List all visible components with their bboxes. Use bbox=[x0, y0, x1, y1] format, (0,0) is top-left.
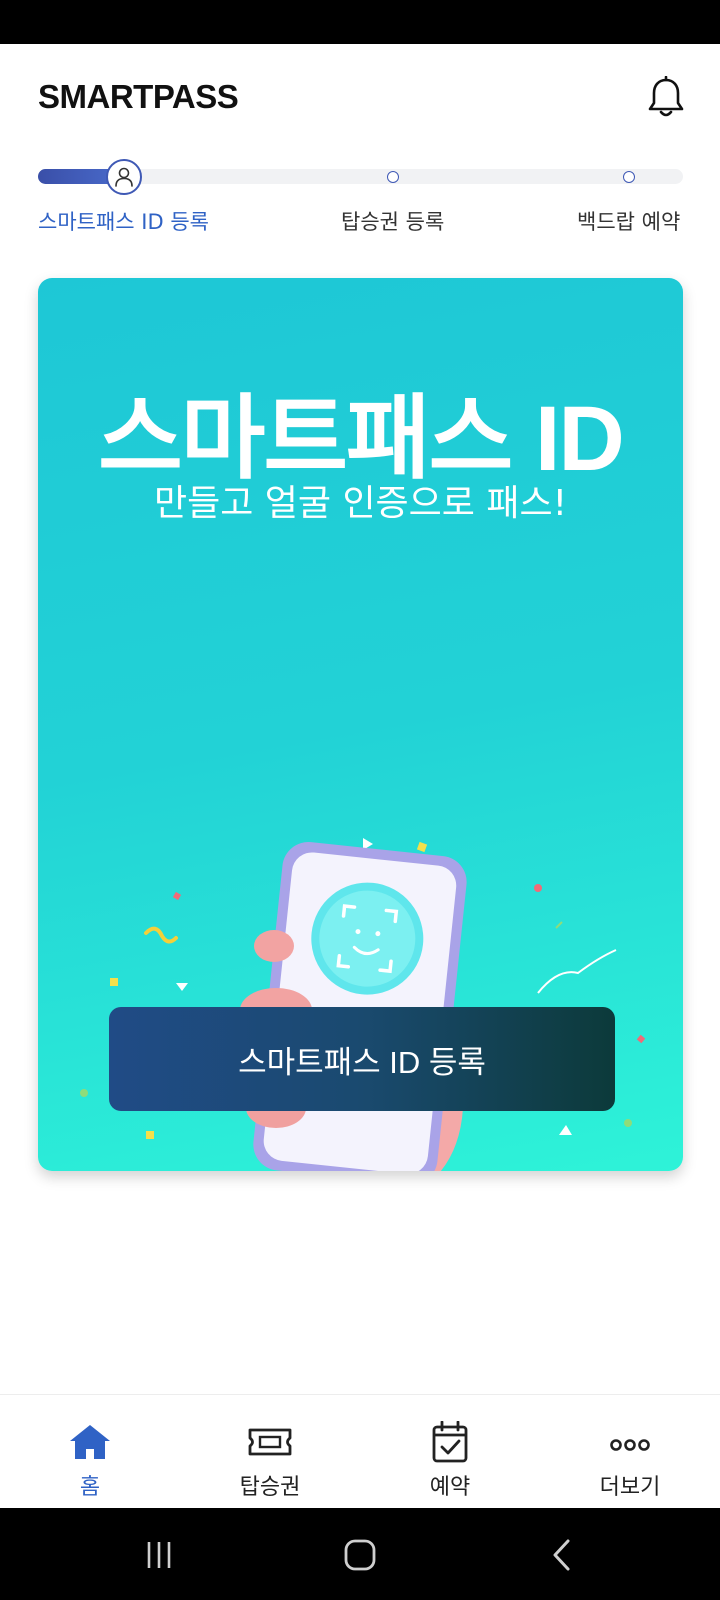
step-label-boarding-pass: 탑승권 등록 bbox=[341, 210, 445, 234]
promo-subtitle: 만들고 얼굴 인증으로 패스! bbox=[153, 483, 568, 524]
app-title: SMARTPASS bbox=[38, 78, 239, 115]
step-dot-2 bbox=[387, 171, 399, 183]
nav-boarding-pass[interactable]: 탑승권 bbox=[180, 1395, 360, 1509]
nav-reservation[interactable]: 예약 bbox=[360, 1395, 540, 1509]
app-header: SMARTPASS bbox=[0, 44, 720, 152]
calendar-check-icon bbox=[432, 1421, 468, 1463]
nav-boarding-pass-label: 탑승권 bbox=[239, 1475, 301, 1500]
back-icon[interactable] bbox=[538, 1530, 588, 1580]
home-circle-icon[interactable] bbox=[335, 1530, 385, 1580]
system-nav-bar bbox=[0, 1508, 720, 1600]
nav-home-label: 홈 bbox=[79, 1475, 101, 1500]
home-icon bbox=[70, 1425, 110, 1459]
notification-bell-icon[interactable] bbox=[646, 75, 686, 120]
step-label-smartpass-id: 스마트패스 ID 등록 bbox=[38, 210, 209, 234]
step-dot-3 bbox=[623, 171, 635, 183]
nav-home[interactable]: 홈 bbox=[0, 1395, 180, 1509]
step-label-bag-drop: 백드랍 예약 bbox=[577, 210, 681, 234]
promo-card: 스마트패스 ID 만들고 얼굴 인증으로 패스! 스마트패스 ID 등록 bbox=[38, 278, 683, 1171]
status-bar bbox=[0, 0, 720, 44]
more-icon bbox=[610, 1439, 650, 1451]
nav-reservation-label: 예약 bbox=[429, 1475, 471, 1500]
recent-apps-icon[interactable] bbox=[134, 1530, 184, 1580]
ticket-icon bbox=[248, 1428, 292, 1456]
smartpass-id-register-button[interactable]: 스마트패스 ID 등록 bbox=[109, 1007, 615, 1111]
nav-more-label: 더보기 bbox=[599, 1475, 661, 1500]
nav-more[interactable]: 더보기 bbox=[540, 1395, 720, 1509]
bottom-nav: 홈 탑승권 예약 더보기 bbox=[0, 1394, 720, 1508]
progress-user-icon bbox=[106, 159, 142, 195]
